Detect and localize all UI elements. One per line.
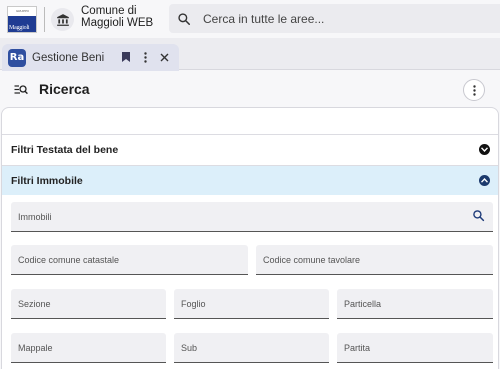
logo-small-text: GRUPPO — [16, 9, 30, 13]
chevron-down-icon[interactable] — [479, 144, 490, 155]
mappale-field[interactable]: Mappale — [11, 333, 166, 363]
tab-actions — [121, 50, 169, 64]
tab-strip: Ra Gestione Beni — [0, 38, 500, 71]
global-search[interactable] — [169, 4, 500, 33]
tab-app-icon: Ra — [8, 48, 26, 67]
section-label: Filtri Immobile — [11, 174, 83, 187]
more-vert-icon[interactable] — [140, 50, 150, 64]
global-search-input[interactable] — [203, 11, 483, 26]
top-header: GRUPPO Maggioli Comune di Maggioli WEB — [0, 0, 500, 38]
close-icon[interactable] — [159, 50, 169, 64]
maggioli-logo[interactable]: GRUPPO Maggioli — [7, 6, 37, 33]
field-placeholder: Immobili — [18, 211, 52, 222]
field-placeholder: Mappale — [18, 342, 53, 353]
field-placeholder: Codice comune tavolare — [263, 254, 361, 265]
home-button[interactable] — [51, 8, 74, 31]
bookmark-icon[interactable] — [121, 50, 131, 64]
field-placeholder: Partita — [344, 342, 371, 353]
field-placeholder: Codice comune catastale — [18, 254, 120, 265]
page-title: Ricerca — [39, 81, 90, 97]
sezione-field[interactable]: Sezione — [11, 289, 166, 319]
field-placeholder: Particella — [344, 298, 382, 309]
bank-icon — [56, 13, 69, 26]
header-divider — [44, 7, 45, 32]
section-filtri-testata[interactable]: Filtri Testata del bene — [2, 134, 498, 164]
app-name-line2: Maggioli WEB — [81, 17, 154, 29]
app-name: Comune di Maggioli WEB — [81, 5, 153, 29]
codice-comune-catastale-field[interactable]: Codice comune catastale — [11, 245, 248, 275]
search-icon[interactable] — [472, 209, 485, 222]
field-placeholder: Foglio — [181, 298, 206, 309]
particella-field[interactable]: Particella — [337, 289, 493, 319]
foglio-field[interactable]: Foglio — [174, 289, 329, 319]
page-menu-button[interactable] — [463, 79, 485, 101]
section-filtri-immobile[interactable]: Filtri Immobile — [2, 165, 498, 195]
tab-gestione-beni[interactable]: Ra Gestione Beni — [2, 44, 179, 71]
chevron-up-icon[interactable] — [479, 175, 490, 186]
filter-search-icon — [14, 83, 28, 97]
logo-text: Maggioli — [9, 25, 30, 31]
search-card: Filtri Testata del bene Filtri Immobile … — [1, 107, 499, 369]
sub-field[interactable]: Sub — [174, 333, 329, 363]
more-vert-icon — [472, 84, 476, 96]
immobili-field[interactable]: Immobili — [11, 202, 493, 232]
field-placeholder: Sub — [181, 342, 198, 353]
section-label: Filtri Testata del bene — [11, 143, 119, 156]
search-icon — [177, 12, 191, 26]
page-header: Ricerca — [0, 71, 500, 107]
tab-label: Gestione Beni — [32, 51, 105, 64]
partita-field[interactable]: Partita — [337, 333, 493, 363]
app-name-line1: Comune di — [81, 5, 137, 17]
field-placeholder: Sezione — [18, 298, 51, 309]
codice-comune-tavolare-field[interactable]: Codice comune tavolare — [256, 245, 493, 275]
